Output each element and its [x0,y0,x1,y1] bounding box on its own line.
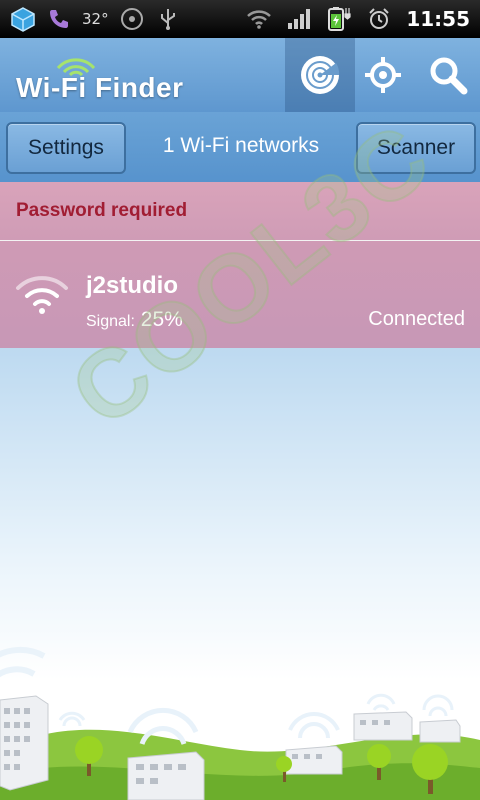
wifi-strength-icon [16,276,68,314]
search-icon [430,57,468,95]
search-button[interactable] [413,38,480,112]
cube-app-icon [10,6,36,32]
cell-signal-icon [286,6,312,32]
settings-button[interactable]: Settings [6,122,126,174]
radar-button[interactable] [285,38,355,112]
usb-icon [155,6,181,32]
landscape-illustration [0,646,480,800]
locate-button[interactable] [348,38,418,112]
app-header: Wi-Fi Finder [0,38,480,112]
section-title: Password required [16,200,188,221]
media-icon [119,6,145,32]
alarm-icon [366,6,392,32]
locate-icon [365,57,401,93]
clock-time: 11:55 [406,7,470,31]
phone-icon [46,6,72,32]
network-status: Connected [368,308,465,330]
app-title: Wi-Fi Finder [16,72,184,103]
radar-icon [301,56,340,94]
status-bar: 32° 11:55 [0,0,480,38]
battery-charging-icon [326,6,352,32]
temperature-text: 32° [82,10,109,28]
wifi-signal-icon [246,6,272,32]
